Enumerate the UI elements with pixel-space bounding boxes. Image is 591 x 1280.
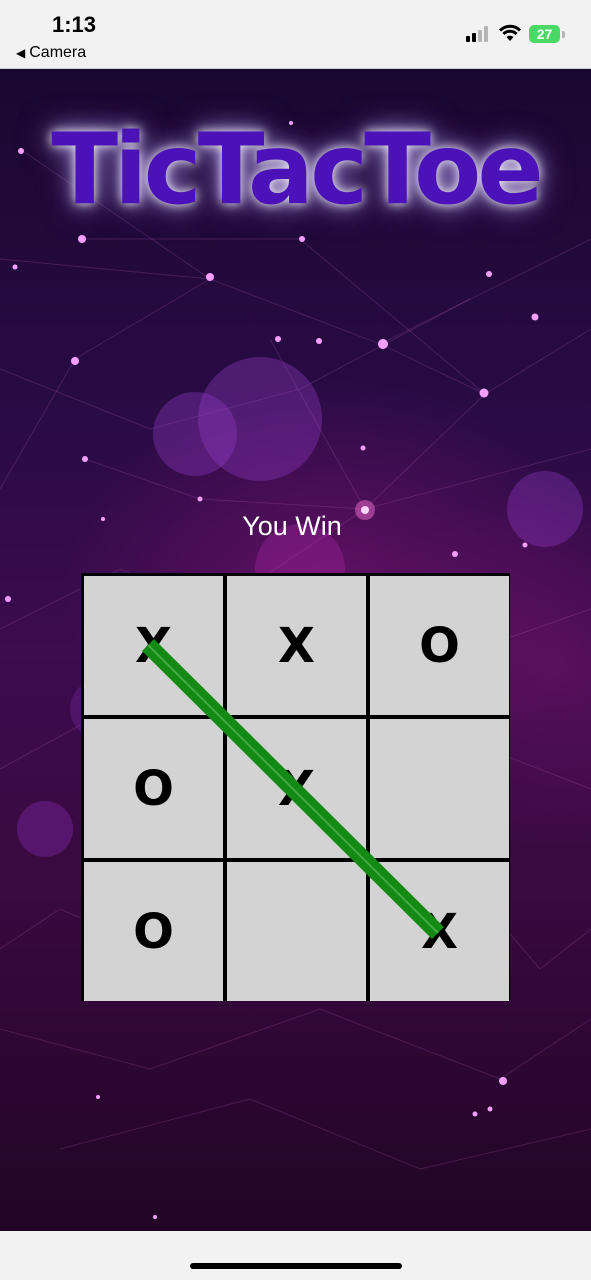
game-title: TicTacToe bbox=[51, 113, 544, 227]
status-bar: 1:13 ◀ Camera 27 bbox=[0, 0, 591, 69]
clock: 1:13 bbox=[52, 12, 97, 37]
home-bar-area bbox=[0, 1231, 591, 1280]
board-cell-r2c2[interactable]: X bbox=[227, 719, 366, 858]
battery-icon: 27 bbox=[529, 25, 560, 43]
board-cell-r2c3[interactable] bbox=[370, 719, 509, 858]
board-cell-r3c1[interactable]: O bbox=[84, 862, 223, 1001]
board-cell-r1c1[interactable]: X bbox=[84, 576, 223, 715]
back-arrow-icon: ◀ bbox=[16, 46, 26, 60]
board-cell-r3c3[interactable]: X bbox=[370, 862, 509, 1001]
board-cell-r1c2[interactable]: X bbox=[227, 576, 366, 715]
game-board: X X O O X O X bbox=[81, 573, 510, 1001]
wifi-icon bbox=[498, 24, 522, 41]
back-to-camera-link[interactable]: ◀ Camera bbox=[16, 44, 86, 62]
battery-tip bbox=[562, 31, 565, 38]
game-screen: TicTacToe You Win X X O O X O X bbox=[0, 69, 591, 1231]
board-cell-r3c2[interactable] bbox=[227, 862, 366, 1001]
game-result-message: You Win bbox=[242, 511, 342, 541]
cellular-signal-icon bbox=[466, 26, 492, 42]
board-cell-r1c3[interactable]: O bbox=[370, 576, 509, 715]
home-indicator[interactable] bbox=[190, 1263, 402, 1269]
battery-level: 27 bbox=[536, 26, 553, 42]
board-cell-r2c1[interactable]: O bbox=[84, 719, 223, 858]
back-link-label: Camera bbox=[29, 44, 87, 61]
